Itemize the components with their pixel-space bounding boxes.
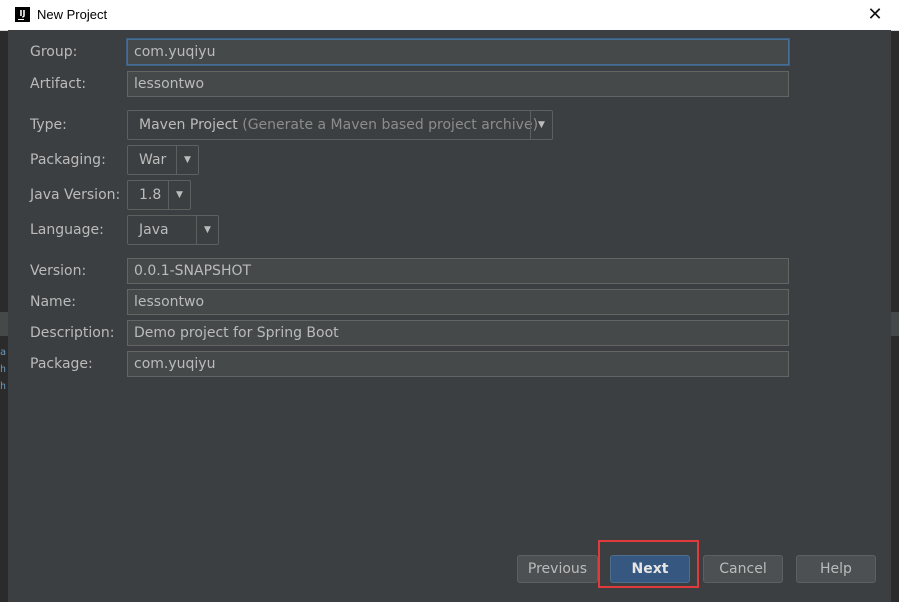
ide-background-glyph: a: [0, 347, 7, 358]
previous-button[interactable]: Previous: [517, 555, 598, 583]
type-dropdown-value: Maven Project: [139, 117, 238, 133]
package-label: Package:: [30, 356, 93, 372]
chevron-down-icon[interactable]: ▼: [196, 216, 218, 244]
artifact-label: Artifact:: [30, 76, 87, 92]
cancel-button[interactable]: Cancel: [703, 555, 783, 583]
app-icon-underline: [18, 19, 24, 20]
type-dropdown[interactable]: Maven Project (Generate a Maven based pr…: [127, 110, 553, 140]
ide-background-stripe-left: [0, 312, 8, 336]
new-project-dialog: a h h IJ New Project ✕ Group: com.yuqiyu…: [0, 0, 899, 602]
language-dropdown[interactable]: Java ▼: [127, 215, 219, 245]
java-version-dropdown-value: 1.8: [139, 187, 162, 203]
java-version-label: Java Version:: [30, 187, 121, 203]
chevron-down-icon[interactable]: ▼: [176, 146, 198, 174]
language-label: Language:: [30, 222, 104, 238]
group-field[interactable]: com.yuqiyu: [127, 39, 789, 65]
ide-background-glyph: h: [0, 381, 7, 392]
group-label: Group:: [30, 44, 78, 60]
packaging-label: Packaging:: [30, 152, 106, 168]
name-label: Name:: [30, 294, 77, 310]
packaging-dropdown-value: War: [139, 152, 167, 168]
name-field[interactable]: lessontwo: [127, 289, 789, 315]
ide-background-glyph: h: [0, 364, 7, 375]
next-button-highlight: [598, 540, 699, 588]
type-dropdown-hint: (Generate a Maven based project archive): [242, 117, 539, 133]
description-field[interactable]: Demo project for Spring Boot: [127, 320, 789, 346]
app-icon-letters: IJ: [19, 9, 26, 18]
ide-background-code: a h h: [0, 344, 8, 395]
packaging-dropdown[interactable]: War ▼: [127, 145, 199, 175]
type-label: Type:: [30, 117, 67, 133]
version-field[interactable]: 0.0.1-SNAPSHOT: [127, 258, 789, 284]
intellij-app-icon: IJ: [15, 7, 30, 22]
chevron-down-icon[interactable]: ▼: [530, 111, 552, 139]
artifact-field[interactable]: lessontwo: [127, 71, 789, 97]
ide-background-stripe-right: [891, 312, 899, 336]
description-label: Description:: [30, 325, 115, 341]
window-title: New Project: [37, 7, 108, 22]
language-dropdown-value: Java: [139, 222, 169, 238]
chevron-down-icon[interactable]: ▼: [168, 181, 190, 209]
dialog-content: Group: com.yuqiyu Artifact: lessontwo Ty…: [8, 30, 891, 602]
close-icon[interactable]: ✕: [855, 0, 895, 30]
type-dropdown-value-wrap: Maven Project (Generate a Maven based pr…: [139, 111, 538, 139]
help-button[interactable]: Help: [796, 555, 876, 583]
java-version-dropdown[interactable]: 1.8 ▼: [127, 180, 191, 210]
version-label: Version:: [30, 263, 87, 279]
title-bar: IJ New Project ✕: [0, 0, 899, 31]
package-field[interactable]: com.yuqiyu: [127, 351, 789, 377]
